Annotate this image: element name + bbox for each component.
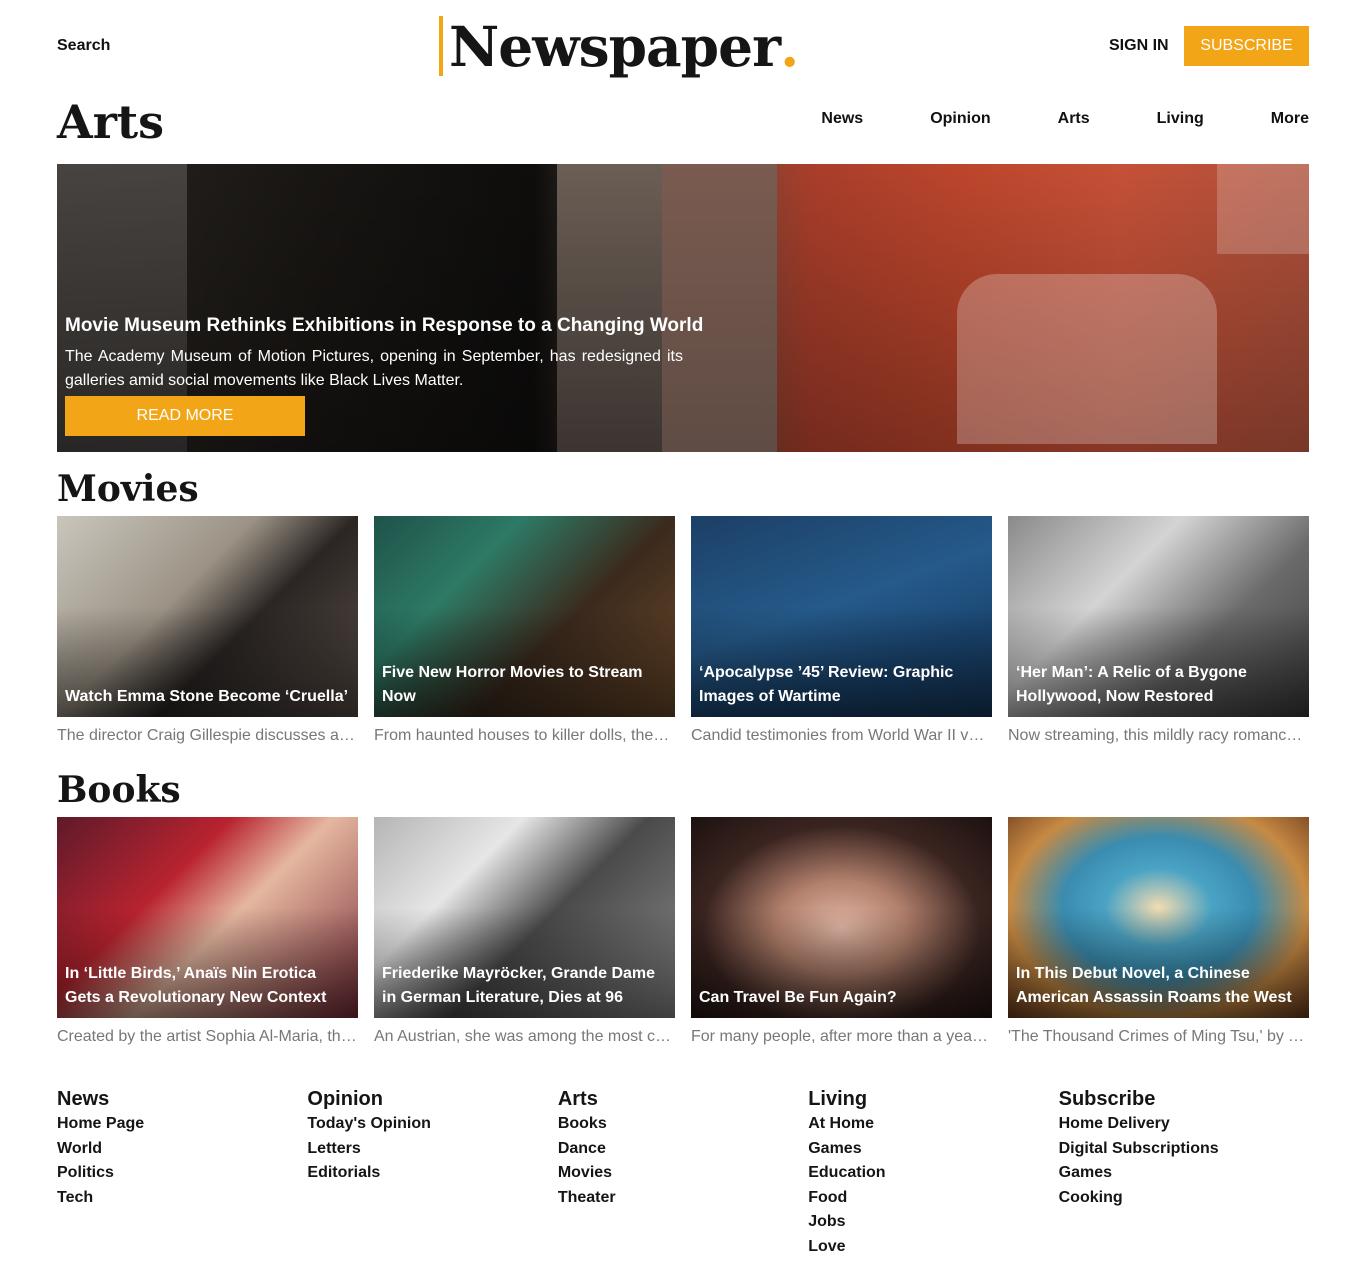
article-summary: Candid testimonies from World War II vet… (691, 727, 992, 744)
logo-accent-bar (439, 16, 443, 76)
nav-item-living[interactable]: Living (1157, 110, 1204, 128)
site-logo[interactable]: Newspaper. (439, 14, 800, 79)
footer-column-living: Living At Home Games Education Food Jobs… (808, 1086, 1058, 1259)
footer-heading[interactable]: Arts (558, 1086, 808, 1112)
article-title[interactable]: Five New Horror Movies to Stream Now (382, 661, 667, 709)
footer-link[interactable]: Theater (558, 1186, 808, 1211)
hero-image-panel (1217, 164, 1309, 254)
hero-feature[interactable]: Movie Museum Rethinks Exhibitions in Res… (57, 164, 1309, 452)
article-image: Friederike Mayröcker, Grande Dame in Ger… (374, 817, 675, 1018)
footer-link[interactable]: Dance (558, 1137, 808, 1162)
article-title[interactable]: Watch Emma Stone Become ‘Cruella’ (65, 685, 350, 709)
footer-heading[interactable]: Opinion (307, 1086, 557, 1112)
article-summary: Created by the artist Sophia Al-Maria, t… (57, 1028, 358, 1045)
footer-link[interactable]: Today's Opinion (307, 1112, 557, 1137)
hero-title[interactable]: Movie Museum Rethinks Exhibitions in Res… (65, 315, 703, 337)
article-card[interactable]: Can Travel Be Fun Again? For many people… (691, 817, 992, 1046)
section-title-books[interactable]: Books (57, 768, 181, 812)
footer-link[interactable]: Games (1059, 1161, 1309, 1186)
article-summary: The director Craig Gillespie discusses a… (57, 727, 358, 744)
section-nav: News Opinion Arts Living More (821, 110, 1309, 128)
logo-text: Newspaper (449, 14, 781, 79)
article-image: ‘Apocalypse ’45’ Review: Graphic Images … (691, 516, 992, 717)
footer-link[interactable]: Movies (558, 1161, 808, 1186)
site-footer: News Home Page World Politics Tech Opini… (57, 1086, 1309, 1259)
article-image: In ‘Little Birds,’ Anaïs Nin Erotica Get… (57, 817, 358, 1018)
hero-image-panel (557, 164, 662, 452)
article-title[interactable]: In This Debut Novel, a Chinese American … (1016, 962, 1301, 1010)
read-more-button[interactable]: READ MORE (65, 396, 305, 436)
article-title[interactable]: ‘Her Man’: A Relic of a Bygone Hollywood… (1016, 661, 1301, 709)
footer-link[interactable]: Cooking (1059, 1186, 1309, 1211)
article-summary: From haunted houses to killer dolls, the… (374, 727, 675, 744)
article-card[interactable]: Five New Horror Movies to Stream Now Fro… (374, 516, 675, 745)
article-image: Five New Horror Movies to Stream Now (374, 516, 675, 717)
books-grid: In ‘Little Birds,’ Anaïs Nin Erotica Get… (57, 817, 1309, 1046)
article-image: ‘Her Man’: A Relic of a Bygone Hollywood… (1008, 516, 1309, 717)
footer-column-news: News Home Page World Politics Tech (57, 1086, 307, 1259)
subscribe-button[interactable]: SUBSCRIBE (1184, 26, 1309, 66)
article-image: In This Debut Novel, a Chinese American … (1008, 817, 1309, 1018)
footer-column-subscribe: Subscribe Home Delivery Digital Subscrip… (1059, 1086, 1309, 1259)
section-title-movies[interactable]: Movies (57, 467, 199, 511)
article-title[interactable]: In ‘Little Birds,’ Anaïs Nin Erotica Get… (65, 962, 350, 1010)
footer-link[interactable]: Food (808, 1186, 1058, 1211)
footer-link[interactable]: Games (808, 1137, 1058, 1162)
footer-link[interactable]: Politics (57, 1161, 307, 1186)
nav-item-news[interactable]: News (821, 110, 863, 128)
article-title[interactable]: Friederike Mayröcker, Grande Dame in Ger… (382, 962, 667, 1010)
footer-link[interactable]: Digital Subscriptions (1059, 1137, 1309, 1162)
footer-link[interactable]: At Home (808, 1112, 1058, 1137)
footer-link[interactable]: Home Page (57, 1112, 307, 1137)
footer-heading[interactable]: News (57, 1086, 307, 1112)
search-link[interactable]: Search (57, 37, 110, 55)
article-image: Can Travel Be Fun Again? (691, 817, 992, 1018)
article-card[interactable]: ‘Apocalypse ’45’ Review: Graphic Images … (691, 516, 992, 745)
footer-heading[interactable]: Subscribe (1059, 1086, 1309, 1112)
movies-grid: Watch Emma Stone Become ‘Cruella’ The di… (57, 516, 1309, 745)
article-title[interactable]: Can Travel Be Fun Again? (699, 986, 984, 1010)
footer-link[interactable]: Editorials (307, 1161, 557, 1186)
footer-link[interactable]: Books (558, 1112, 808, 1137)
article-card[interactable]: Watch Emma Stone Become ‘Cruella’ The di… (57, 516, 358, 745)
site-header: Search Newspaper. SIGN IN SUBSCRIBE (57, 0, 1309, 92)
sign-in-link[interactable]: SIGN IN (1109, 37, 1169, 55)
page-title: Arts (57, 95, 165, 149)
footer-link[interactable]: Letters (307, 1137, 557, 1162)
article-summary: An Austrian, she was among the most cele… (374, 1028, 675, 1045)
footer-link[interactable]: Home Delivery (1059, 1112, 1309, 1137)
article-image: Watch Emma Stone Become ‘Cruella’ (57, 516, 358, 717)
nav-item-arts[interactable]: Arts (1058, 110, 1090, 128)
footer-column-arts: Arts Books Dance Movies Theater (558, 1086, 808, 1259)
article-card[interactable]: ‘Her Man’: A Relic of a Bygone Hollywood… (1008, 516, 1309, 745)
footer-link[interactable]: Jobs (808, 1210, 1058, 1235)
footer-heading[interactable]: Living (808, 1086, 1058, 1112)
logo-dot: . (780, 14, 800, 79)
footer-link[interactable]: Tech (57, 1186, 307, 1211)
footer-link[interactable]: World (57, 1137, 307, 1162)
article-title[interactable]: ‘Apocalypse ’45’ Review: Graphic Images … (699, 661, 984, 709)
hero-image-panel (957, 274, 1217, 444)
article-card[interactable]: In This Debut Novel, a Chinese American … (1008, 817, 1309, 1046)
footer-link[interactable]: Love (808, 1235, 1058, 1260)
article-summary: For many people, after more than a year … (691, 1028, 992, 1045)
hero-image-panel (662, 164, 777, 452)
nav-item-opinion[interactable]: Opinion (930, 110, 990, 128)
footer-link[interactable]: Education (808, 1161, 1058, 1186)
hero-summary: The Academy Museum of Motion Pictures, o… (65, 348, 683, 389)
article-card[interactable]: In ‘Little Birds,’ Anaïs Nin Erotica Get… (57, 817, 358, 1046)
article-summary: Now streaming, this mildly racy romance … (1008, 727, 1309, 744)
article-summary: 'The Thousand Crimes of Ming Tsu,' by To… (1008, 1028, 1309, 1045)
article-card[interactable]: Friederike Mayröcker, Grande Dame in Ger… (374, 817, 675, 1046)
footer-column-opinion: Opinion Today's Opinion Letters Editoria… (307, 1086, 557, 1259)
nav-item-more[interactable]: More (1271, 110, 1309, 128)
